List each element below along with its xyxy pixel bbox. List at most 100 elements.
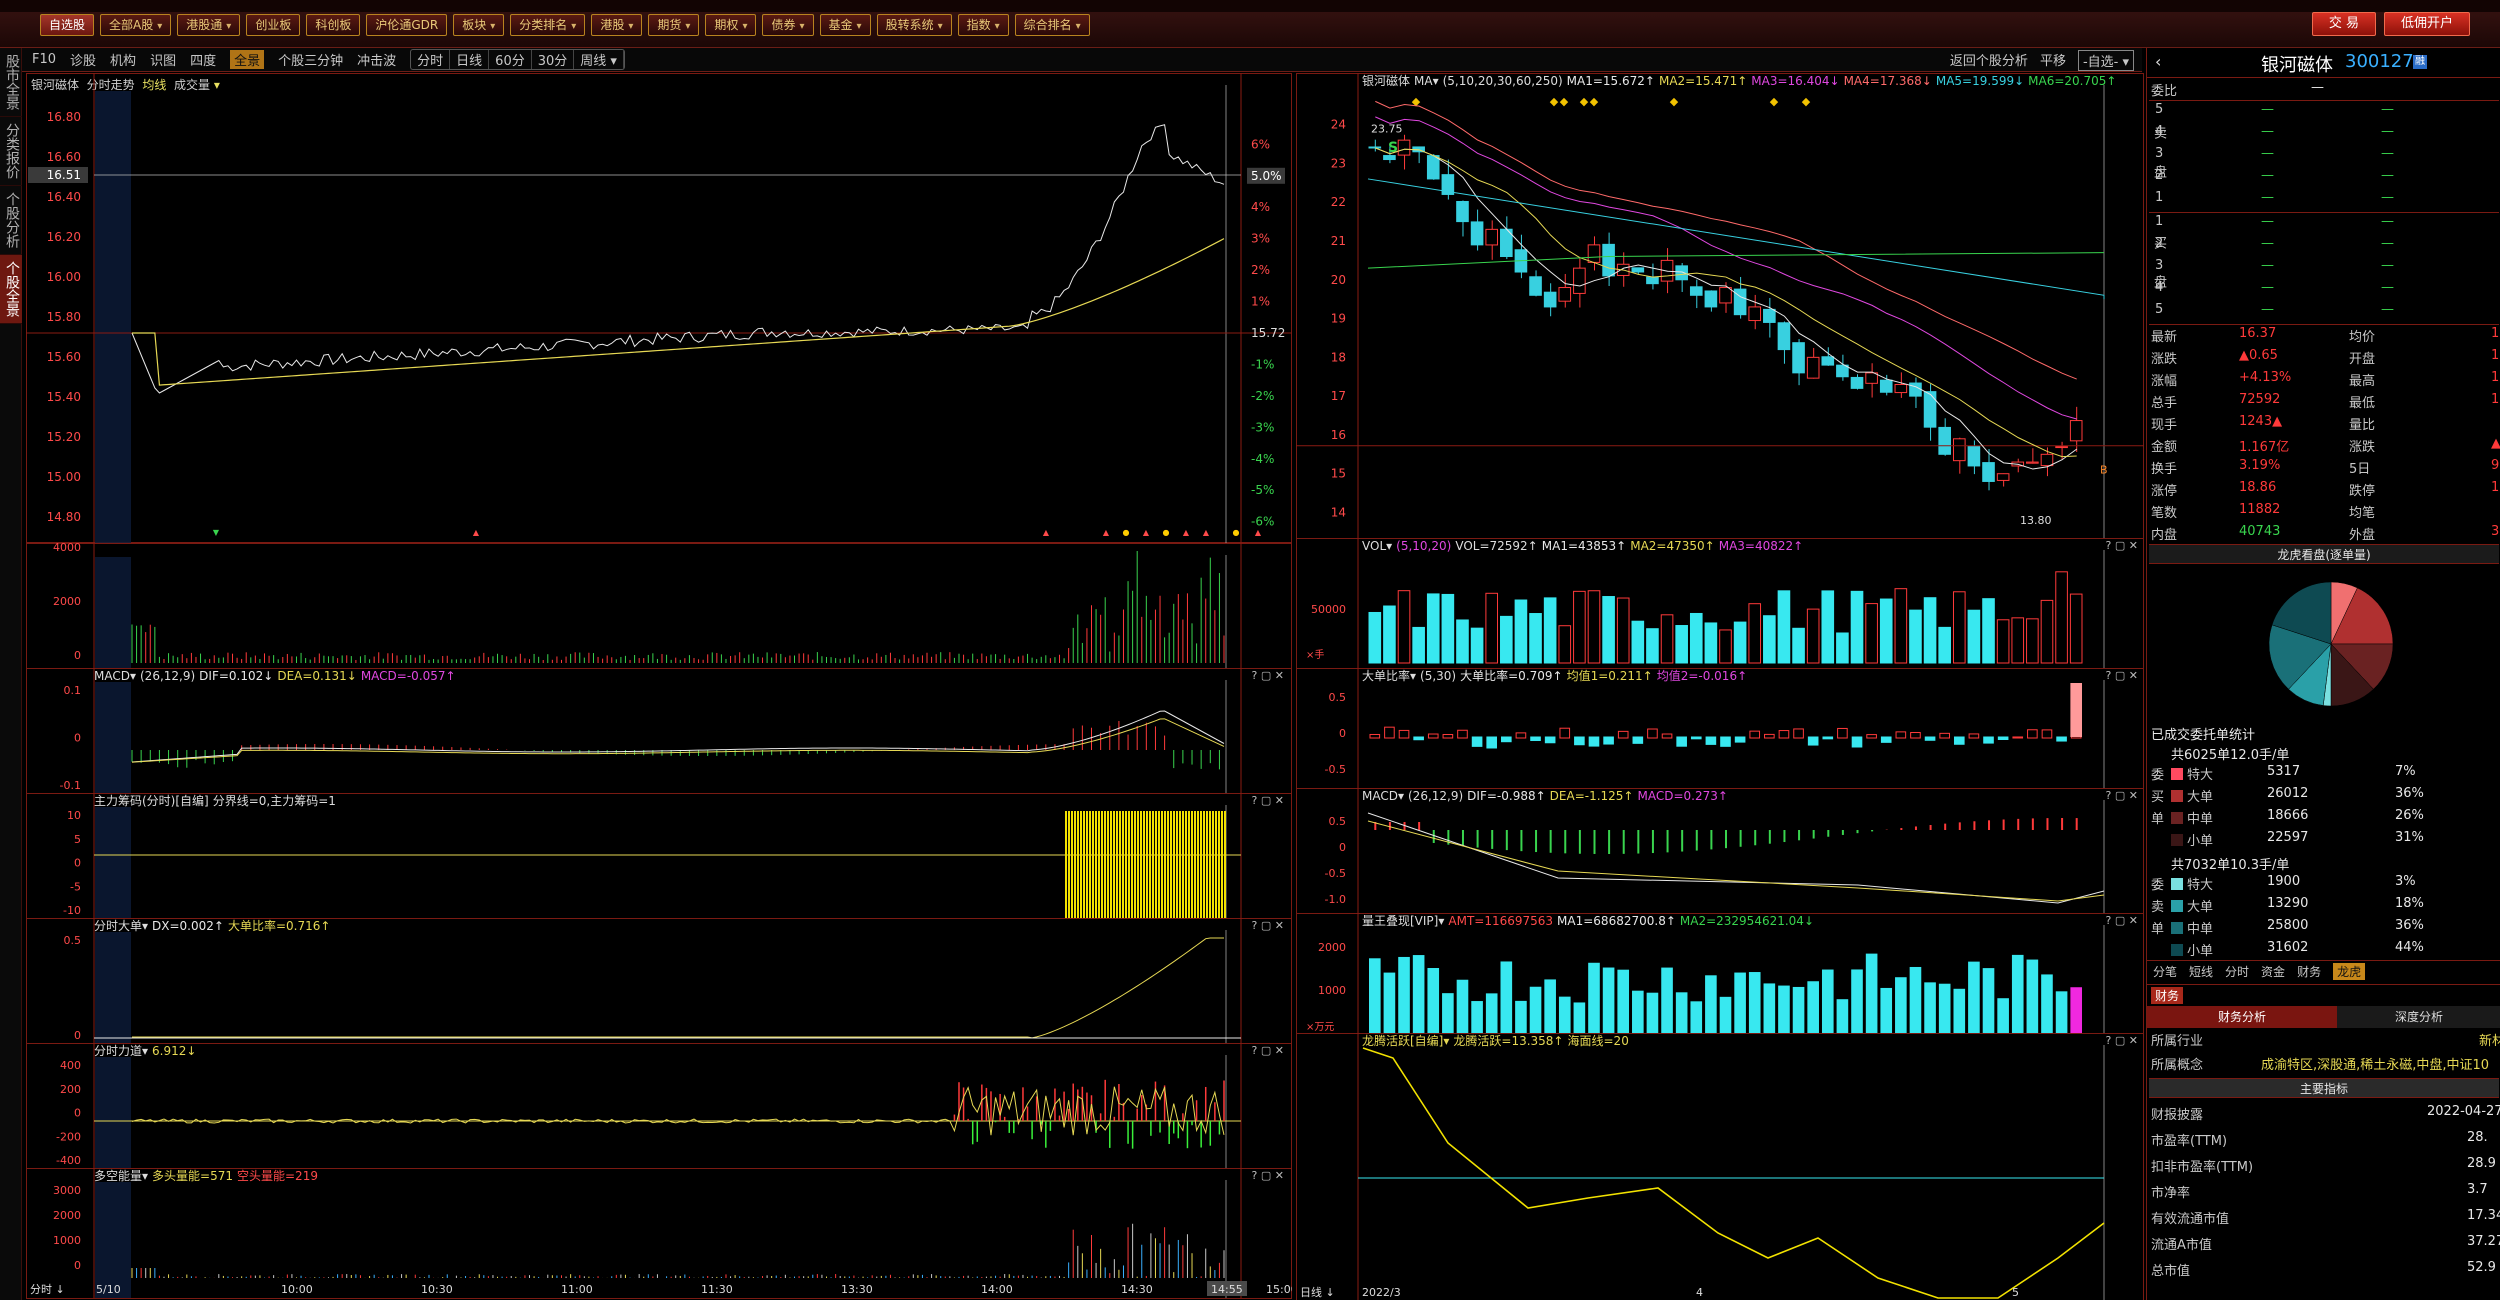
nav-item-14[interactable]: 指数 ▾: [957, 14, 1009, 36]
nav-item-8[interactable]: 港股 ▾: [591, 14, 643, 36]
event-marker-icon[interactable]: ▲: [1183, 528, 1190, 537]
left-tab-0[interactable]: 股市全景: [0, 48, 22, 117]
period-2[interactable]: 60分: [489, 50, 532, 69]
panel-controls-icon[interactable]: ? ▢ ✕: [2106, 539, 2138, 552]
close-icon[interactable]: ×: [0, 192, 2, 248]
event-marker-icon[interactable]: ▲: [1203, 528, 1210, 537]
toolbar-item-3[interactable]: 识图: [150, 50, 176, 69]
nav-item-label: 指数: [966, 18, 991, 32]
left-tab-3[interactable]: 个股全景 ×: [0, 255, 22, 324]
event-marker-icon[interactable]: ▲: [1043, 528, 1050, 537]
toolbar-item-0[interactable]: F10: [32, 52, 56, 67]
toolbar-item-4[interactable]: 四度: [190, 50, 216, 69]
info-tab-3[interactable]: 资金: [2261, 963, 2285, 980]
nav-item-10[interactable]: 期权 ▾: [705, 14, 757, 36]
sell-stat-label: 特大: [2171, 874, 2213, 893]
nav-item-7[interactable]: 分类排名 ▾: [510, 14, 586, 36]
toolbar-item-1[interactable]: 诊股: [70, 50, 96, 69]
event-diamond-icon[interactable]: ◆: [1590, 95, 1599, 108]
toolbar-right-0[interactable]: 返回个股分析: [1950, 50, 2028, 71]
macd-k-title-part: (26,12,9): [1408, 789, 1463, 803]
industry-row: 所属行业 新材: [2151, 1030, 2500, 1049]
event-marker-icon[interactable]: ●: [1123, 528, 1130, 537]
fin-analysis-tab[interactable]: 财务分析: [2147, 1006, 2337, 1028]
panel-controls-icon[interactable]: ? ▢ ✕: [1252, 919, 1284, 932]
trade-button[interactable]: 交 易: [2311, 12, 2376, 36]
event-diamond-icon[interactable]: ◆: [1550, 95, 1559, 108]
left-tab-1[interactable]: 分类报价 ×: [0, 117, 22, 186]
event-diamond-icon[interactable]: ◆: [1802, 95, 1811, 108]
vol-bar: [1909, 609, 1922, 664]
vol-bar: [1397, 590, 1411, 664]
event-diamond-icon[interactable]: ◆: [1770, 95, 1779, 108]
nav-item-0[interactable]: 自选股: [40, 14, 95, 36]
info-badge-icon[interactable]: 融: [2413, 55, 2427, 69]
nav-item-9[interactable]: 期货 ▾: [648, 14, 700, 36]
sell-level: 5 — —: [2151, 102, 2500, 121]
fin-tab[interactable]: 财务: [2151, 987, 2184, 1004]
date-axis-label[interactable]: 日线 ↓: [1300, 1285, 1335, 1299]
info-tab-4[interactable]: 财务: [2297, 963, 2321, 980]
nav-item-11[interactable]: 债券 ▾: [762, 14, 814, 36]
period-4[interactable]: 周线 ▾: [574, 50, 624, 69]
nav-item-13[interactable]: 股转系统 ▾: [876, 14, 952, 36]
nav-item-15[interactable]: 综合排名 ▾: [1014, 14, 1090, 36]
sell-stat-row-cell: 1900: [2267, 874, 2301, 889]
period-3[interactable]: 30分: [532, 50, 575, 69]
toolbar-right-1[interactable]: 平移: [2040, 50, 2066, 71]
panel-controls-icon[interactable]: ? ▢ ✕: [2106, 789, 2138, 802]
event-diamond-icon[interactable]: ◆: [1560, 95, 1569, 108]
event-marker-icon[interactable]: ▲: [1255, 528, 1262, 537]
event-marker-icon[interactable]: ●: [1163, 528, 1170, 537]
panel-controls-icon[interactable]: ? ▢ ✕: [2106, 1034, 2138, 1047]
toolbar-item-7[interactable]: 冲击波: [357, 50, 396, 69]
event-diamond-icon[interactable]: ◆: [1670, 95, 1679, 108]
deep-analysis-tab[interactable]: 深度分析: [2337, 1006, 2500, 1028]
big-ratio-title-part: 大单比率▾: [1362, 668, 1416, 683]
nav-item-4[interactable]: 科创板: [306, 14, 361, 36]
toolbar-right-2[interactable]: -自选- ▾: [2077, 50, 2134, 71]
ratio-bar: [1822, 736, 1834, 740]
close-icon[interactable]: ×: [0, 261, 2, 317]
fin-row-cell: 52.9: [2467, 1260, 2496, 1275]
ratio-bar-last: [2070, 683, 2082, 737]
nav-item-6[interactable]: 板块 ▾: [453, 14, 505, 36]
macd-k-title-part: DEA=-1.125↑: [1550, 789, 1634, 803]
panel-controls-icon[interactable]: ? ▢ ✕: [1252, 1169, 1284, 1182]
info-tab-0[interactable]: 分笔: [2153, 963, 2177, 980]
nav-item-1[interactable]: 全部A股 ▾: [100, 14, 172, 36]
toolbar-item-2[interactable]: 机构: [110, 50, 136, 69]
back-chevron-icon[interactable]: ‹: [2155, 52, 2161, 71]
ratio-bar: [1910, 732, 1921, 739]
panel-controls-icon[interactable]: ? ▢ ✕: [1252, 794, 1284, 807]
event-marker-icon[interactable]: ▲: [473, 528, 480, 537]
left-tab-2[interactable]: 个股分析 ×: [0, 186, 22, 255]
event-marker-icon[interactable]: ▼: [213, 528, 220, 537]
axis-tick: -5: [70, 880, 81, 893]
nav-item-3[interactable]: 创业板: [246, 14, 301, 36]
axis-tick: 10: [67, 809, 81, 822]
buy-signal-icon[interactable]: B: [2100, 464, 2108, 477]
panel-controls-icon[interactable]: ? ▢ ✕: [1252, 669, 1284, 682]
close-icon[interactable]: ×: [0, 123, 2, 179]
period-0[interactable]: 分时: [411, 50, 451, 69]
event-diamond-icon[interactable]: ◆: [1580, 95, 1589, 108]
info-tab-5[interactable]: 龙虎: [2333, 963, 2366, 980]
amount-bar: [1690, 1001, 1703, 1033]
panel-controls-icon[interactable]: ? ▢ ✕: [2106, 669, 2138, 682]
nav-item-12[interactable]: 基金 ▾: [819, 14, 871, 36]
event-marker-icon[interactable]: ▲: [1103, 528, 1110, 537]
nav-item-2[interactable]: 港股通 ▾: [177, 14, 241, 36]
period-1[interactable]: 日线: [450, 50, 490, 69]
info-tab-1[interactable]: 短线: [2189, 963, 2213, 980]
panel-controls-icon[interactable]: ? ▢ ✕: [1252, 1044, 1284, 1057]
info-tab-2[interactable]: 分时: [2225, 963, 2249, 980]
panel-controls-icon[interactable]: ? ▢ ✕: [2106, 914, 2138, 927]
event-marker-icon[interactable]: ▲: [1143, 528, 1150, 537]
open-account-button[interactable]: 低佣开户: [2383, 12, 2470, 36]
nav-item-5[interactable]: 沪伦通GDR: [366, 14, 448, 36]
toolbar-item-6[interactable]: 个股三分钟: [278, 50, 343, 69]
toolbar-item-5[interactable]: 全景: [230, 50, 265, 69]
event-marker-icon[interactable]: ●: [1233, 528, 1240, 537]
time-axis-label[interactable]: 分时 ↓: [30, 1283, 65, 1296]
